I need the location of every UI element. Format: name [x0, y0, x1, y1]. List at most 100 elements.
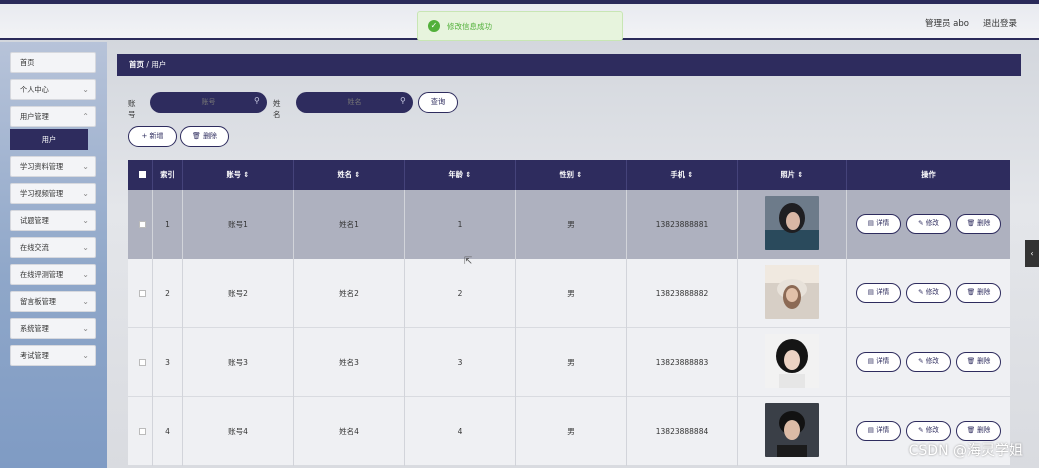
detail-button[interactable]: ▤ 详情 — [856, 421, 901, 441]
user-photo — [765, 265, 819, 319]
edit-button[interactable]: ✎ 修改 — [906, 352, 951, 372]
delete-button[interactable]: 🗑 删除 — [956, 421, 1001, 441]
detail-label: 详情 — [876, 288, 890, 296]
account-search-input[interactable] — [150, 92, 267, 113]
row-select-cell — [128, 259, 153, 328]
sidebar-item-label: 首页 — [20, 58, 35, 67]
watermark: CSDN @海灵学姐 — [908, 443, 1023, 459]
header-account[interactable]: 账号 ⇕ — [183, 160, 294, 190]
detail-button[interactable]: ▤ 详情 — [856, 283, 901, 303]
sidebar-item-study-videos[interactable]: 学习视频管理 ⌄ — [10, 183, 96, 204]
search-icon: ⚲ — [254, 96, 260, 105]
edit-button[interactable]: ✎ 修改 — [906, 421, 951, 441]
header-name[interactable]: 姓名 ⇕ — [294, 160, 405, 190]
add-button[interactable]: + 新增 — [128, 126, 177, 147]
cell-account: 账号1 — [183, 190, 294, 259]
document-icon: ▤ — [867, 288, 874, 296]
cell-actions: ▤ 详情 ✎ 修改 🗑 删除 — [847, 328, 1010, 397]
table-header: 索引 账号 ⇕ 姓名 ⇕ 年龄 ⇕ 性别 ⇕ 手机 ⇕ 照片 ⇕ 操作 — [128, 160, 1010, 190]
collapse-panel-tab[interactable]: ‹ — [1025, 240, 1039, 267]
sidebar-item-message-board[interactable]: 留言板管理 ⌄ — [10, 291, 96, 312]
sidebar-item-label: 考试管理 — [20, 351, 49, 360]
cell-gender: 男 — [516, 259, 627, 328]
edit-label: 修改 — [925, 288, 939, 296]
cell-account: 账号2 — [183, 259, 294, 328]
name-search-input[interactable] — [296, 92, 413, 113]
cell-name: 姓名4 — [294, 397, 405, 466]
cell-index: 2 — [153, 259, 183, 328]
header-photo[interactable]: 照片 ⇕ — [738, 160, 847, 190]
edit-label: 修改 — [925, 426, 939, 434]
breadcrumb: 首页 / 用户 — [117, 54, 1021, 76]
cell-age: 1 — [405, 190, 516, 259]
chevron-down-icon: ⌄ — [82, 324, 89, 333]
trash-icon: 🗑 — [966, 288, 976, 296]
row-checkbox[interactable] — [139, 428, 146, 435]
cell-name: 姓名3 — [294, 328, 405, 397]
sidebar-item-user-management[interactable]: 用户管理 ⌃ — [10, 106, 96, 127]
sidebar-item-questions[interactable]: 试题管理 ⌄ — [10, 210, 96, 231]
sidebar-item-label: 用户管理 — [20, 112, 49, 121]
cell-phone: 13823888882 — [627, 259, 738, 328]
batch-delete-button[interactable]: 🗑 删除 — [180, 126, 229, 147]
header-phone[interactable]: 手机 ⇕ — [627, 160, 738, 190]
header-gender[interactable]: 性别 ⇕ — [516, 160, 627, 190]
chevron-down-icon: ⌄ — [82, 351, 89, 360]
query-button[interactable]: 查询 — [418, 92, 458, 113]
cell-age: 3 — [405, 328, 516, 397]
table-row[interactable]: 2 账号2 姓名2 2 男 13823888882 ▤ 详情 ✎ 修改 🗑 删除 — [128, 259, 1010, 328]
sidebar-subitem-users[interactable]: 用户 — [10, 129, 88, 150]
sidebar-item-label: 在线评测管理 — [20, 270, 64, 279]
sidebar-item-online-chat[interactable]: 在线交流 ⌄ — [10, 237, 96, 258]
delete-button[interactable]: 🗑 删除 — [956, 352, 1001, 372]
detail-button[interactable]: ▤ 详情 — [856, 214, 901, 234]
success-toast: ✓ 修改信息成功 — [417, 11, 623, 41]
delete-button[interactable]: 🗑 删除 — [956, 214, 1001, 234]
table-row[interactable]: 1 账号1 姓名1 1 男 13823888881 ▤ 详情 ✎ 修改 🗑 删除 — [128, 190, 1010, 259]
document-icon: ▤ — [867, 426, 874, 434]
chevron-down-icon: ⌄ — [82, 189, 89, 198]
cell-photo — [738, 328, 847, 397]
sidebar-item-label: 在线交流 — [20, 243, 49, 252]
cell-account: 账号4 — [183, 397, 294, 466]
sidebar-item-study-materials[interactable]: 学习资料管理 ⌄ — [10, 156, 96, 177]
cell-actions: ▤ 详情 ✎ 修改 🗑 删除 — [847, 259, 1010, 328]
sidebar-item-exams[interactable]: 考试管理 ⌄ — [10, 345, 96, 366]
edit-button[interactable]: ✎ 修改 — [906, 214, 951, 234]
user-photo — [765, 334, 819, 388]
cell-account: 账号3 — [183, 328, 294, 397]
header-actions: 操作 — [921, 170, 936, 179]
row-checkbox[interactable] — [139, 359, 146, 366]
toast-message: 修改信息成功 — [447, 21, 492, 31]
sidebar-item-system[interactable]: 系统管理 ⌄ — [10, 318, 96, 339]
trash-icon: 🗑 — [191, 132, 201, 140]
cell-photo — [738, 259, 847, 328]
breadcrumb-home[interactable]: 首页 — [129, 60, 144, 69]
row-checkbox[interactable] — [139, 290, 146, 297]
delete-button[interactable]: 🗑 删除 — [956, 283, 1001, 303]
table-row[interactable]: 4 账号4 姓名4 4 男 13823888884 ▤ 详情 ✎ 修改 🗑 删除 — [128, 397, 1010, 466]
batch-delete-label: 删除 — [203, 132, 218, 140]
header-age[interactable]: 年龄 ⇕ — [405, 160, 516, 190]
sidebar-item-online-evaluation[interactable]: 在线评测管理 ⌄ — [10, 264, 96, 285]
cell-phone: 13823888881 — [627, 190, 738, 259]
select-all-checkbox[interactable] — [139, 171, 146, 178]
sidebar-item-label: 学习视频管理 — [20, 189, 64, 198]
sidebar-item-home[interactable]: 首页 — [10, 52, 96, 73]
pencil-icon: ✎ — [918, 288, 924, 296]
sidebar-item-personal-center[interactable]: 个人中心 ⌄ — [10, 79, 96, 100]
row-select-cell — [128, 190, 153, 259]
chevron-down-icon: ⌄ — [82, 85, 89, 94]
cell-name: 姓名2 — [294, 259, 405, 328]
delete-label: 删除 — [977, 426, 991, 434]
logout-link[interactable]: 退出登录 — [983, 17, 1017, 29]
header-index: 索引 — [153, 160, 183, 190]
trash-icon: 🗑 — [966, 219, 976, 227]
edit-button[interactable]: ✎ 修改 — [906, 283, 951, 303]
row-checkbox[interactable] — [139, 221, 146, 228]
detail-button[interactable]: ▤ 详情 — [856, 352, 901, 372]
select-all-cell — [128, 160, 153, 190]
search-icon: ⚲ — [400, 96, 406, 105]
table-row[interactable]: 3 账号3 姓名3 3 男 13823888883 ▤ 详情 ✎ 修改 🗑 删除 — [128, 328, 1010, 397]
cell-phone: 13823888884 — [627, 397, 738, 466]
